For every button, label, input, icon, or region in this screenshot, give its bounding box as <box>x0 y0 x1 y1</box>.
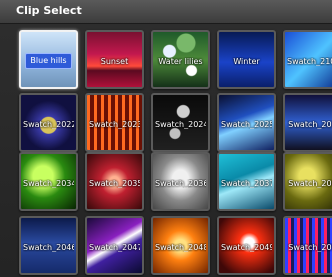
clip-label: Swatch_2100 <box>287 57 332 66</box>
clip-thumbnail[interactable]: Swatch_2025 <box>217 93 276 152</box>
clip-label: Swatch_2035 <box>89 179 140 188</box>
clip-label: Swatch_204 <box>288 179 332 188</box>
clip-label: Swatch_205 <box>288 243 332 252</box>
clip-label: Swatch_2048 <box>155 243 206 252</box>
clip-label: Swatch_2022 <box>23 120 74 129</box>
clip-thumbnail[interactable]: Swatch_2049 <box>217 216 276 275</box>
clip-label: Swatch_2023 <box>89 120 140 129</box>
clip-label: Swatch_2037 <box>221 179 272 188</box>
clip-label: Swatch_2049 <box>221 243 272 252</box>
clip-thumbnail[interactable]: Swatch_205 <box>283 216 332 275</box>
clip-thumbnail[interactable]: Swatch_2048 <box>151 216 210 275</box>
clip-select-panel: Clip Select Blue hills Sunset Water lili… <box>0 0 332 277</box>
clip-thumbnail[interactable]: Swatch_2100 <box>283 30 332 89</box>
clip-label: Winter <box>233 57 260 66</box>
clip-label: Swatch_203 <box>288 120 332 129</box>
clip-thumbnail[interactable]: Swatch_2037 <box>217 152 276 211</box>
clip-thumbnail[interactable]: Swatch_203 <box>283 93 332 152</box>
clip-label: Swatch_2046 <box>23 243 74 252</box>
clip-label: Water lilies <box>158 57 203 66</box>
clip-label: Sunset <box>100 57 129 66</box>
clip-thumbnail[interactable]: Swatch_2047 <box>85 216 144 275</box>
clip-grid: Blue hills Sunset Water lilies Winter Sw… <box>15 25 332 277</box>
clip-label: Swatch_2025 <box>221 120 272 129</box>
clip-label: Swatch_2047 <box>89 243 140 252</box>
clip-label: Swatch_2034 <box>23 179 74 188</box>
clip-thumbnail-selected[interactable]: Blue hills <box>19 30 78 89</box>
clip-label: Blue hills <box>25 53 72 69</box>
title-bar: Clip Select <box>0 0 332 24</box>
clip-thumbnail[interactable]: Swatch_2046 <box>19 216 78 275</box>
clip-thumbnail[interactable]: Swatch_2035 <box>85 152 144 211</box>
clip-thumbnail[interactable]: Swatch_2022 <box>19 93 78 152</box>
clip-thumbnail[interactable]: Swatch_2023 <box>85 93 144 152</box>
clip-thumbnail[interactable]: Swatch_2034 <box>19 152 78 211</box>
window-title: Clip Select <box>16 4 82 17</box>
clip-label: Swatch_2024 <box>155 120 206 129</box>
clip-label: Swatch_2036 <box>155 179 206 188</box>
clip-thumbnail[interactable]: Water lilies <box>151 30 210 89</box>
clip-thumbnail[interactable]: Winter <box>217 30 276 89</box>
clip-thumbnail[interactable]: Sunset <box>85 30 144 89</box>
clip-thumbnail[interactable]: Swatch_204 <box>283 152 332 211</box>
clip-thumbnail[interactable]: Swatch_2036 <box>151 152 210 211</box>
clip-thumbnail[interactable]: Swatch_2024 <box>151 93 210 152</box>
